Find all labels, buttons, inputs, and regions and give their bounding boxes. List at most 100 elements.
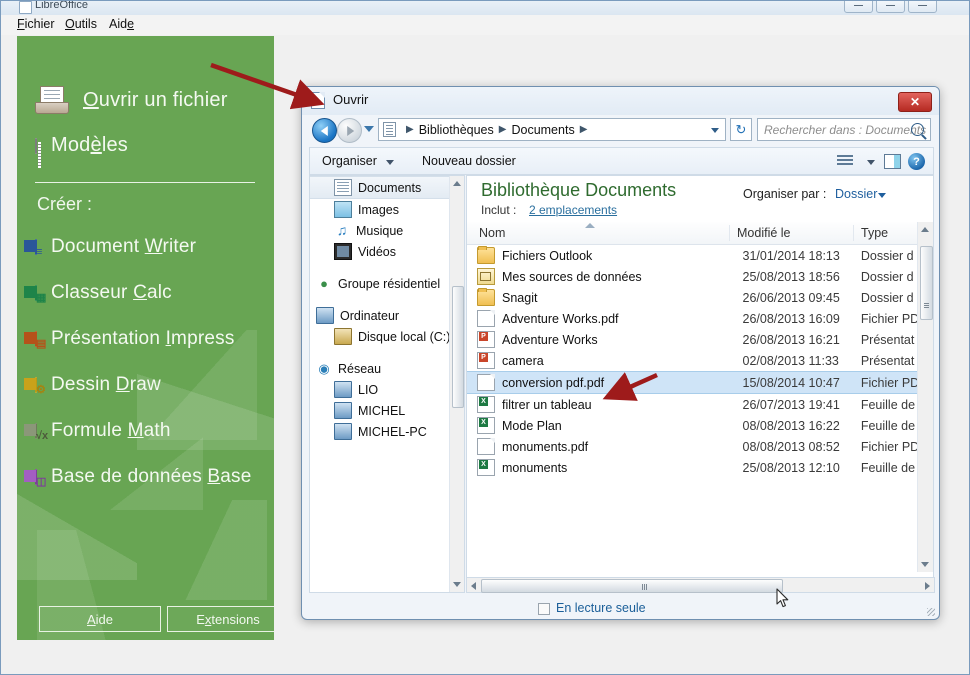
file-type: Fichier PD [860, 375, 920, 390]
scroll-right-icon[interactable] [925, 582, 930, 590]
file-name: Fichiers Outlook [502, 248, 593, 263]
calc-spreadsheet-icon: ▦ [24, 285, 46, 304]
column-header-modifie[interactable]: Modifié le [737, 226, 791, 240]
maximize-button[interactable] [876, 1, 905, 13]
column-header-nom[interactable]: Nom [479, 226, 505, 240]
templates-action[interactable]: Modèles [35, 134, 128, 168]
table-row[interactable]: Fichiers Outlook 31/01/2014 18:13 Dossie… [467, 245, 920, 266]
help-icon[interactable]: ? [908, 153, 925, 170]
places-navigation-pane[interactable]: Documents Images ♫ Musique Vidéos ● Grou… [309, 175, 465, 593]
excel-icon [477, 417, 495, 434]
module-impress[interactable]: ▤ Présentation Impress [24, 328, 235, 350]
network-icon: ◉ [318, 361, 330, 376]
view-list-icon[interactable] [837, 155, 853, 169]
menu-aide[interactable]: Aide [109, 17, 134, 31]
menu-fichier[interactable]: Fichier [17, 17, 55, 31]
folder-icon [477, 288, 495, 306]
module-base[interactable]: ◫ Base de données Base [24, 466, 252, 488]
extensions-button[interactable]: Ex tensions [167, 606, 274, 632]
file-name: Snagit [502, 290, 538, 305]
scroll-down-icon[interactable] [921, 562, 929, 567]
breadcrumb-item-0[interactable]: Bibliothèques [419, 123, 494, 137]
math-formula-icon: √x [24, 423, 48, 442]
nav-item-reseau[interactable]: ◉ Réseau [310, 358, 464, 379]
table-row[interactable]: camera 02/08/2013 11:33 Présentat [467, 350, 920, 371]
nav-item-musique[interactable]: ♫ Musique [310, 220, 464, 241]
file-list-horizontal-scrollbar[interactable] [466, 577, 935, 593]
open-file-label: Ouvrir un fichier [83, 88, 228, 111]
module-writer[interactable]: ≡ Document Writer [24, 236, 196, 258]
column-header-type[interactable]: Type [861, 226, 888, 240]
organize-by-dropdown-icon[interactable] [878, 193, 886, 198]
new-folder-button[interactable]: Nouveau dossier [422, 154, 516, 168]
menu-outils[interactable]: Outils [65, 17, 97, 31]
breadcrumb-dropdown-icon[interactable] [711, 128, 719, 133]
breadcrumb-item-1[interactable]: Documents [511, 123, 574, 137]
scroll-thumb[interactable] [481, 579, 783, 593]
open-file-action[interactable]: Ouvrir un fichier [35, 86, 228, 114]
nav-item-images[interactable]: Images [310, 199, 464, 220]
file-list-scrollbar[interactable] [917, 222, 933, 572]
module-math-label: Formule Math [51, 420, 171, 441]
computer-icon [334, 381, 352, 398]
read-only-label[interactable]: En lecture seule [556, 601, 646, 615]
nav-item-ordinateur[interactable]: Ordinateur [310, 305, 464, 326]
scroll-thumb[interactable] [452, 286, 464, 408]
scroll-thumb[interactable] [920, 246, 933, 320]
mouse-cursor [776, 588, 789, 608]
table-row[interactable]: Adventure Works 26/08/2013 16:21 Présent… [467, 329, 920, 350]
document-icon [334, 179, 352, 196]
nav-pane-scrollbar[interactable] [449, 176, 464, 592]
table-row[interactable]: Snagit 26/06/2013 09:45 Dossier d [467, 287, 920, 308]
table-row[interactable]: filtrer un tableau 26/07/2013 19:41 Feui… [467, 394, 920, 415]
refresh-button[interactable]: ↻ [730, 118, 752, 141]
module-math[interactable]: √x Formule Math [24, 420, 171, 442]
view-dropdown-icon[interactable] [867, 160, 875, 165]
nav-item-groupe-residentiel[interactable]: ● Groupe résidentiel [310, 273, 464, 294]
organize-button[interactable]: Organiser [322, 154, 377, 168]
nav-item-michel[interactable]: MICHEL [310, 400, 464, 421]
help-button[interactable]: Aide [39, 606, 161, 632]
library-includes-value[interactable]: 2 emplacements [529, 203, 617, 217]
module-draw[interactable]: ⚙ Dessin Draw [24, 374, 161, 396]
file-modified: 26/06/2013 09:45 [742, 290, 840, 305]
file-modified: 25/08/2013 12:10 [742, 460, 840, 475]
close-button[interactable] [908, 1, 937, 13]
dialog-close-button[interactable]: ✕ [898, 92, 932, 112]
nav-item-label: Musique [356, 223, 404, 238]
file-list-pane[interactable]: Bibliothèque Documents Inclut : 2 emplac… [466, 175, 934, 593]
powerpoint-icon [477, 331, 495, 348]
minimize-button[interactable] [844, 1, 873, 13]
scroll-down-icon[interactable] [453, 582, 461, 587]
resize-grip[interactable] [927, 608, 935, 616]
read-only-checkbox[interactable] [538, 603, 550, 615]
table-row[interactable]: monuments.pdf 08/08/2013 08:52 Fichier P… [467, 436, 920, 457]
table-row[interactable]: Mes sources de données 25/08/2013 18:56 … [467, 266, 920, 287]
organize-by-value[interactable]: Dossier [835, 187, 877, 201]
scroll-up-icon[interactable] [921, 227, 929, 232]
scroll-left-icon[interactable] [471, 582, 476, 590]
organize-dropdown-icon[interactable] [386, 160, 394, 165]
forward-button[interactable] [337, 118, 362, 143]
nav-item-videos[interactable]: Vidéos [310, 241, 464, 262]
preview-pane-icon[interactable] [884, 154, 901, 169]
search-input[interactable]: Rechercher dans : Documents [757, 118, 931, 141]
table-row[interactable]: Mode Plan 08/08/2013 16:22 Feuille de [467, 415, 920, 436]
nav-item-documents[interactable]: Documents [310, 176, 464, 199]
nav-item-michel-pc[interactable]: MICHEL-PC [310, 421, 464, 442]
history-dropdown-icon[interactable] [364, 126, 374, 132]
nav-item-disque-local[interactable]: Disque local (C:) [310, 326, 464, 347]
table-row[interactable]: monuments 25/08/2013 12:10 Feuille de [467, 457, 920, 478]
column-divider[interactable] [729, 225, 730, 241]
table-row[interactable]: Adventure Works.pdf 26/08/2013 16:09 Fic… [467, 308, 920, 329]
module-calc[interactable]: ▦ Classeur Calc [24, 282, 172, 304]
nav-item-lio[interactable]: LIO [310, 379, 464, 400]
table-row-selected[interactable]: conversion pdf.pdf 15/08/2014 10:47 Fich… [467, 371, 920, 394]
breadcrumb-bar[interactable]: ▶ Bibliothèques ▶ Documents ▶ [378, 118, 726, 141]
folder-icon [477, 246, 495, 264]
back-button[interactable] [312, 118, 337, 143]
scroll-up-icon[interactable] [453, 181, 461, 186]
column-divider[interactable] [853, 225, 854, 241]
computer-icon [316, 307, 334, 324]
dialog-toolbar: Organiser Nouveau dossier ? [309, 147, 934, 175]
